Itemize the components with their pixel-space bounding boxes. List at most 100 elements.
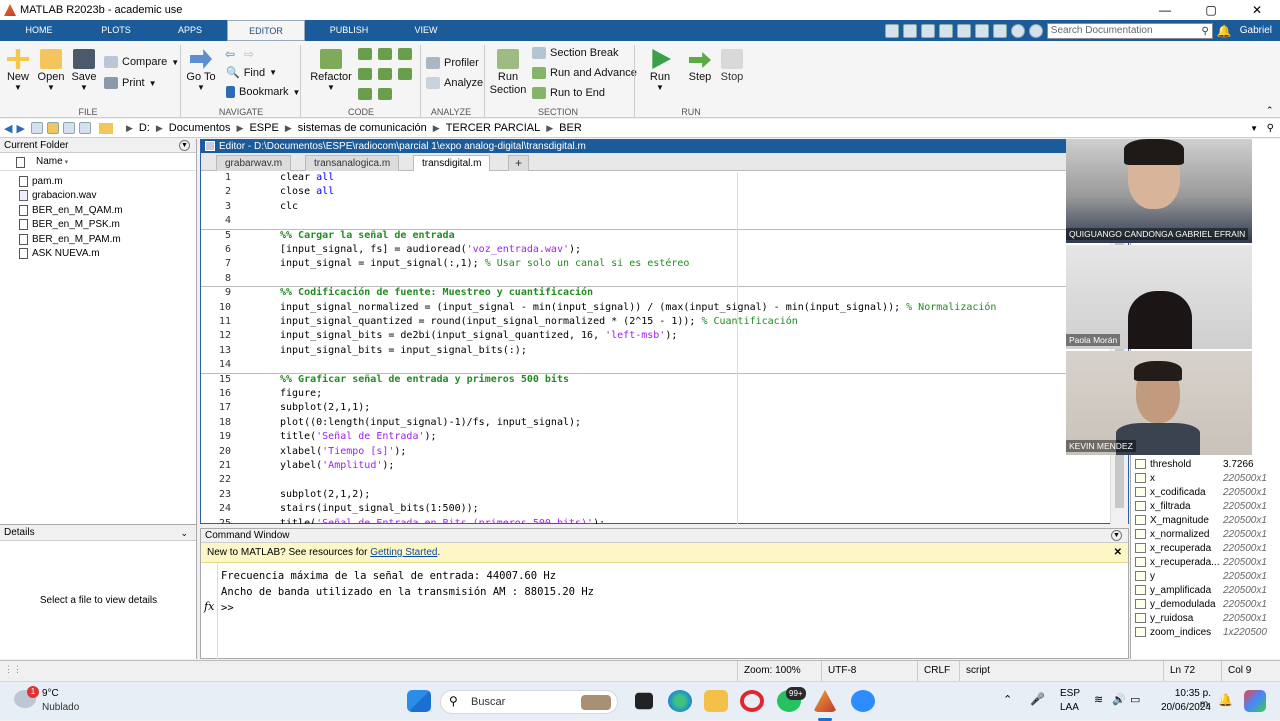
editor-tab[interactable]: transanalogica.m	[305, 155, 400, 171]
address-search-icon[interactable]: ⚲	[1267, 123, 1274, 134]
task-view-icon[interactable]	[635, 692, 653, 710]
run-and-advance-button[interactable]: Run and Advance	[532, 67, 637, 79]
section-break-button[interactable]: Section Break	[532, 47, 618, 59]
code-line[interactable]: 12 input_signal_bits = de2bi(input_signal…	[201, 330, 1101, 344]
workspace-variable[interactable]: x_recuperada... 220500x1	[1135, 555, 1275, 569]
clock-date[interactable]: 20/06/2024	[1155, 702, 1211, 713]
editor-tab[interactable]: grabarwav.m	[216, 155, 292, 171]
breadcrumb-item[interactable]: TERCER PARCIAL	[446, 122, 541, 134]
redo-icon[interactable]	[974, 23, 989, 38]
profiler-button[interactable]: Profiler	[426, 57, 479, 69]
workspace-variable[interactable]: x_filtrada 220500x1	[1135, 499, 1275, 513]
microphone-icon[interactable]: 🎤	[1030, 692, 1045, 706]
uncomment-icon[interactable]	[398, 48, 412, 60]
save-button[interactable]: Save ▼	[70, 49, 98, 92]
language-indicator[interactable]: ESP	[1060, 688, 1080, 699]
workspace-variable[interactable]: y_amplificada 220500x1	[1135, 583, 1275, 597]
volume-icon[interactable]: 🔊	[1112, 693, 1126, 706]
search-folder-icon[interactable]	[62, 122, 75, 134]
workspace-variable[interactable]: x_normalized 220500x1	[1135, 527, 1275, 541]
file-item[interactable]: grabacion.wav	[0, 189, 196, 204]
folder-options-icon[interactable]	[78, 122, 91, 134]
browse-folder-icon[interactable]	[46, 122, 59, 134]
refactor-button[interactable]: Refactor ▼	[309, 49, 353, 92]
breadcrumb-item[interactable]: Documentos	[169, 122, 231, 134]
search-documentation-input[interactable]: Search Documentation ⚲	[1046, 22, 1213, 39]
code-line[interactable]: 2 close all	[201, 186, 1101, 200]
file-item[interactable]: BER_en_M_PAM.m	[0, 232, 196, 247]
video-tile-participant[interactable]: QUIGUANGO CANDONGA GABRIEL EFRAIN	[1066, 139, 1252, 243]
code-line[interactable]: 25 title('Señal de Entrada en Bits (prime…	[201, 518, 1101, 524]
code-line[interactable]: 16 figure;	[201, 388, 1101, 402]
collapse-ribbon-icon[interactable]: ⌃	[1266, 105, 1274, 116]
notification-bell-icon[interactable]: 🔔	[1218, 693, 1233, 707]
close-button[interactable]: ✕	[1234, 0, 1280, 20]
code-line[interactable]: 22	[201, 474, 1101, 488]
find-button[interactable]: 🔍 Find ▼	[226, 66, 277, 80]
analyze-button[interactable]: Analyze	[426, 77, 483, 89]
search-icon[interactable]: ⚲	[1201, 25, 1208, 39]
breadcrumb-item[interactable]: ESPE	[249, 122, 278, 134]
breadcrumb-item[interactable]: sistemas de comunicación	[298, 122, 427, 134]
tab-plots[interactable]: PLOTS	[92, 20, 140, 41]
edge-browser-icon[interactable]	[668, 690, 692, 712]
workspace-variable[interactable]: y_ruidosa 220500x1	[1135, 611, 1275, 625]
run-section-button[interactable]: Run Section	[488, 49, 528, 97]
command-prompt[interactable]: >>	[221, 602, 234, 614]
code-line[interactable]: 13 input_signal_bits = input_signal_bits(…	[201, 345, 1101, 359]
file-item[interactable]: BER_en_M_QAM.m	[0, 203, 196, 218]
switch-windows-icon[interactable]	[992, 23, 1007, 38]
workspace-variable[interactable]: threshold 3.7266	[1135, 457, 1275, 471]
workspace-variable[interactable]: X_magnitude 220500x1	[1135, 513, 1275, 527]
video-tile-participant[interactable]: KEVIN MENDEZ	[1066, 351, 1252, 455]
user-menu[interactable]: Gabriel	[1240, 25, 1272, 36]
code-line[interactable]: 5 %% Cargar la señal de entrada	[201, 230, 1101, 244]
add-tab-button[interactable]: +	[508, 155, 530, 171]
new-button[interactable]: New ▼	[4, 49, 32, 92]
open-button[interactable]: Open ▼	[36, 49, 66, 92]
quick-paste-icon[interactable]	[938, 23, 953, 38]
code-line[interactable]: 10 input_signal_normalized = (input_signa…	[201, 302, 1101, 316]
getting-started-link[interactable]: Getting Started	[370, 547, 437, 558]
matlab-taskbar-icon[interactable]	[813, 690, 837, 712]
run-button[interactable]: Run ▼	[646, 49, 674, 92]
opera-browser-icon[interactable]	[740, 690, 764, 712]
keyboard-layout[interactable]: LAA	[1060, 702, 1079, 713]
workspace-variable[interactable]: y 220500x1	[1135, 569, 1275, 583]
print-button[interactable]: Print ▼	[104, 77, 157, 89]
code-line[interactable]: 11 input_signal_quantized = round(input_s…	[201, 316, 1101, 330]
smart-indent-icon[interactable]	[358, 68, 372, 80]
code-line[interactable]: 4	[201, 215, 1101, 229]
wifi-icon[interactable]: ≋	[1094, 693, 1103, 706]
video-tile-participant[interactable]: Paola Morán	[1066, 245, 1252, 349]
file-item[interactable]: pam.m	[0, 174, 196, 189]
weather-temp[interactable]: 9°C	[42, 688, 59, 699]
code-line[interactable]: 21 ylabel('Amplitud');	[201, 460, 1101, 474]
wrap-comments-icon[interactable]	[378, 48, 392, 60]
tab-apps[interactable]: APPS	[166, 20, 214, 41]
file-explorer-icon[interactable]	[704, 690, 728, 712]
workspace-variable[interactable]: zoom_indices 1x220500	[1135, 625, 1275, 639]
help-icon[interactable]	[1010, 23, 1025, 38]
battery-icon[interactable]: ▭	[1130, 693, 1140, 706]
code-line[interactable]: 9 %% Codificación de fuente: Muestreo y c…	[201, 287, 1101, 301]
code-line[interactable]: 20 xlabel('Tiempo [s]');	[201, 446, 1101, 460]
file-item[interactable]: ASK NUEVA.m	[0, 247, 196, 262]
file-item[interactable]: BER_en_M_PSK.m	[0, 218, 196, 233]
maximize-button[interactable]: ▢	[1188, 0, 1234, 20]
format-icon[interactable]	[358, 88, 372, 100]
comment-icon[interactable]	[358, 48, 372, 60]
forward-arrow-icon[interactable]: ⇨	[244, 47, 254, 61]
code-line[interactable]: 3 clc	[201, 201, 1101, 215]
windows-start-icon[interactable]	[407, 690, 431, 712]
code-line[interactable]: 8	[201, 273, 1101, 287]
code-line[interactable]: 18 plot((0:length(input_signal)-1)/fs, in…	[201, 417, 1101, 431]
up-folder-icon[interactable]	[30, 122, 43, 134]
code-line[interactable]: 24 stairs(input_signal_bits(1:500));	[201, 503, 1101, 517]
code-line[interactable]: 14	[201, 359, 1101, 373]
tray-chevron-icon[interactable]: ⌃	[1003, 693, 1012, 706]
tab-home[interactable]: HOME	[14, 20, 64, 41]
column-header[interactable]: Name ▾	[0, 153, 196, 171]
editor-tab-active[interactable]: transdigital.m	[413, 155, 491, 171]
workspace-variable[interactable]: x_recuperada 220500x1	[1135, 541, 1275, 555]
